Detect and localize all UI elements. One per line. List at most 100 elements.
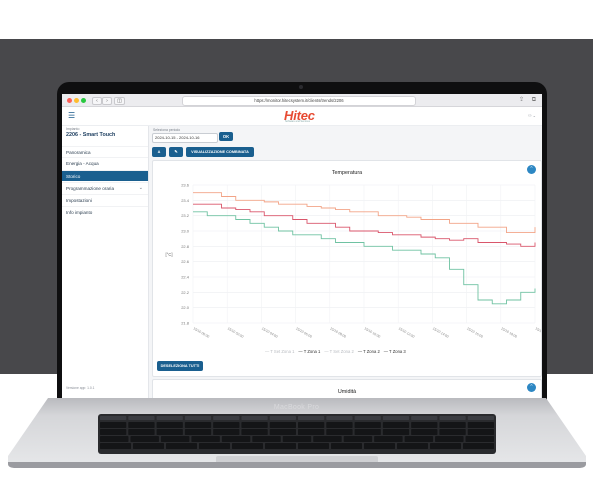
keyboard-key <box>213 416 240 420</box>
x-tick-label: 15/10 04:00 <box>261 326 279 338</box>
keyboard-key <box>374 436 403 442</box>
keyboard-key <box>463 443 494 449</box>
keyboard-key <box>411 416 438 420</box>
keyboard-key <box>166 443 197 449</box>
keyboard-key <box>252 436 281 442</box>
auto-button[interactable]: A <box>152 147 166 157</box>
sidebar-item-info-impianto[interactable]: Info impianto <box>62 206 148 217</box>
ok-button[interactable]: OK <box>219 132 233 141</box>
combined-view-button[interactable]: VISUALIZZAZIONE COMBINATA <box>186 147 254 157</box>
keyboard-key <box>265 443 296 449</box>
menu-icon[interactable]: ☰ <box>68 111 75 120</box>
y-tick-label: 23.0 <box>181 229 190 234</box>
y-axis-label: [°C] <box>165 252 172 257</box>
keyboard-key <box>100 429 127 435</box>
legend-item[interactable]: — T Set Zona 1 <box>265 349 294 354</box>
keyboard-key <box>269 429 296 435</box>
address-bar[interactable]: https://monitor.hitecsystem.it/clients/t… <box>182 96 416 106</box>
x-tick-label: 15/10 20:00 <box>535 326 542 338</box>
keyboard-key <box>282 436 312 442</box>
period-label: Seleziona periodo <box>153 128 181 132</box>
keyboard-key <box>232 443 263 449</box>
temperature-chart: 21.8 22.0 22.2 22.4 22.6 22.8 23.0 23.2 23.4 23.6… <box>165 183 542 339</box>
sidebar-toggle-icon[interactable]: ◫ <box>114 97 125 105</box>
temperature-chart-card: ⌃ Temperatura 21.8 22.0 22.2 22.4 22.6 22.8 23… <box>152 160 542 377</box>
keyboard-key <box>133 443 164 449</box>
keyboard-key <box>160 436 190 442</box>
y-tick-label: 23.6 <box>181 183 190 188</box>
x-tick-label: 15/10 10:00 <box>364 326 382 338</box>
y-tick-label: 22.4 <box>181 275 190 280</box>
sidebar: Impianto 2206 - Smart Touch Panoramica E… <box>62 126 149 398</box>
sidebar-item-energia-acqua[interactable]: Energia - Acqua <box>62 157 148 168</box>
share-icon[interactable]: ⇪ <box>519 97 524 103</box>
keyboard-key <box>467 422 494 428</box>
keyboard-key <box>364 443 395 449</box>
laptop-label: MacBook Pro <box>273 404 320 411</box>
keyboard-key <box>298 443 329 449</box>
keyboard-key <box>354 429 381 435</box>
keyboard-key <box>411 422 438 428</box>
keyboard-key <box>467 429 494 435</box>
keyboard-key <box>100 422 127 428</box>
keyboard-key <box>298 422 325 428</box>
x-tick-label: 15/10 16:00 <box>466 326 484 338</box>
keyboard-key <box>354 422 381 428</box>
legend-item[interactable]: — T Set Zona 2 <box>324 349 353 354</box>
keyboard-key <box>269 416 296 420</box>
keyboard-key <box>439 416 466 420</box>
keyboard-key <box>128 429 155 435</box>
forward-button[interactable]: › <box>102 97 112 105</box>
legend-item[interactable]: — T Zona 2 <box>358 349 380 354</box>
keyboard-key <box>199 443 230 449</box>
logo-tagline: Software and Services <box>285 120 311 123</box>
keyboard-key <box>130 436 159 442</box>
keyboard-key <box>326 422 353 428</box>
back-button[interactable]: ‹ <box>92 97 102 105</box>
keyboard-key <box>241 422 268 428</box>
period-input[interactable]: 2024-10-15 - 2024-10-16 <box>152 133 218 143</box>
user-menu-icon[interactable]: ⚇ ⌄ <box>528 113 536 118</box>
sidebar-item-programmazione-oraria[interactable]: Programmazione oraria ⌄ <box>62 182 148 193</box>
x-tick-label: 15/10 18:00 <box>500 326 518 338</box>
tabs-icon[interactable]: ⧉ <box>532 97 536 103</box>
legend-item[interactable]: — T Zona 3 <box>384 349 406 354</box>
deselect-all-button[interactable]: DESELEZIONA TUTTI <box>157 361 203 371</box>
edit-icon[interactable]: ✎ <box>169 147 183 157</box>
keyboard-key <box>184 429 212 435</box>
sidebar-item-storico[interactable]: Storico <box>62 170 148 181</box>
keyboard-key <box>213 422 240 428</box>
keyboard-key <box>465 436 494 442</box>
legend-item[interactable]: — T Zona 1 <box>298 349 320 354</box>
humidity-chart-card: ⌃ Umidità <box>152 379 542 398</box>
chart-legend: — T Set Zona 1 — T Zona 1 — T Set Zona 2 — … <box>265 349 410 354</box>
keyboard-key <box>100 436 129 442</box>
maximize-window-icon[interactable] <box>81 98 86 103</box>
keyboard-key <box>128 416 155 420</box>
humidity-chart-title: Umidità <box>337 389 357 395</box>
chevron-down-icon[interactable]: ⌄ <box>139 183 143 194</box>
x-tick-label: 15/10 08:00 <box>329 326 347 338</box>
camera-icon <box>299 85 303 89</box>
y-tick-label: 23.2 <box>181 213 190 218</box>
keyboard-key <box>326 416 353 420</box>
keyboard-key <box>156 429 183 435</box>
app-header: ☰ Hitec Software and Services ⚇ ⌄ <box>62 107 542 126</box>
browser-toolbar: ‹ › ◫ https://monitor.hitecsystem.it/cli… <box>62 94 542 107</box>
close-window-icon[interactable] <box>67 98 72 103</box>
sidebar-item-impostazioni[interactable]: Impostazioni <box>62 194 148 205</box>
keyboard-key <box>100 416 127 420</box>
keyboard-key <box>439 422 466 428</box>
minimize-window-icon[interactable] <box>74 98 79 103</box>
sidebar-item-panoramica[interactable]: Panoramica <box>62 146 148 157</box>
keyboard-key <box>411 429 438 435</box>
keyboard-key <box>298 416 325 420</box>
keyboard-key <box>184 422 212 428</box>
keyboard-key <box>184 416 212 420</box>
keyboard-key <box>404 436 434 442</box>
keyboard-key <box>331 443 362 449</box>
keyboard-key <box>156 416 183 420</box>
x-tick-label: 15/10 14:00 <box>432 326 450 338</box>
keyboard-key <box>213 429 240 435</box>
keyboard-key <box>467 416 494 420</box>
